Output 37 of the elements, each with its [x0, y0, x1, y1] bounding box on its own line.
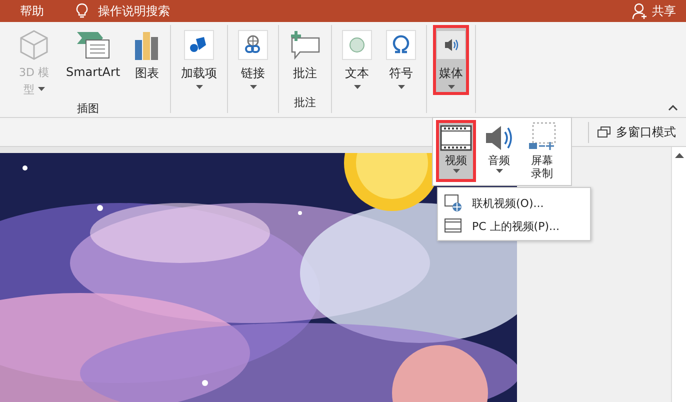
ribbon-button[interactable]: 链接	[234, 25, 272, 95]
search-field[interactable]: 操作说明搜索	[76, 2, 170, 20]
ribbon-button[interactable]: 符号	[382, 25, 420, 95]
addin-icon	[184, 30, 214, 60]
windows-icon	[597, 126, 611, 138]
ribbon-button[interactable]: SmartArt	[62, 25, 124, 101]
ribbon-button[interactable]: 媒体	[433, 25, 470, 95]
bar-chart-icon	[134, 30, 160, 60]
ribbon-button[interactable]: 图表	[130, 25, 164, 101]
lightbulb-icon	[76, 3, 88, 19]
multi-window-button[interactable]: 多窗口模式	[588, 122, 686, 142]
omega-icon	[386, 30, 416, 60]
share-button[interactable]: 共享	[632, 2, 676, 20]
smartart-icon	[76, 30, 110, 60]
link-icon	[238, 30, 268, 60]
person-add-icon	[632, 3, 648, 19]
online-video-icon	[444, 194, 462, 212]
collapse-icon[interactable]	[668, 105, 678, 111]
speaker-icon	[437, 31, 466, 59]
comment-icon	[289, 30, 322, 60]
scroll-up-icon[interactable]	[674, 152, 684, 158]
group-label: 插图	[77, 102, 100, 115]
text-icon	[342, 30, 372, 60]
menu-item[interactable]: PC 上的视频(P)...	[438, 215, 590, 237]
ribbon-button[interactable]: 加载项	[177, 25, 222, 95]
cube-icon	[19, 29, 49, 61]
group-label: 批注	[294, 96, 316, 109]
ribbon-button[interactable]: 屏幕录制	[522, 120, 562, 182]
ribbon-button[interactable]: 批注	[285, 25, 326, 95]
help-tab[interactable]: 帮助	[20, 2, 44, 20]
film-icon	[440, 125, 472, 151]
scrollbar[interactable]	[671, 147, 686, 402]
ribbon-button[interactable]: 音频	[479, 120, 519, 182]
menu-item[interactable]: 联机视频(O)...	[438, 191, 590, 215]
film-icon	[444, 218, 462, 234]
ribbon-button[interactable]: 文本	[338, 25, 376, 95]
ribbon-button[interactable]: 视频	[436, 120, 476, 182]
